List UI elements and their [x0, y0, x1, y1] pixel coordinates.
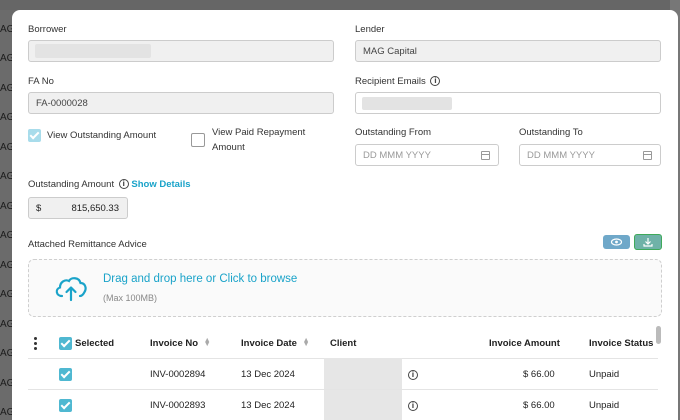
invoice-no: INV-0002894	[150, 369, 206, 380]
header-invoice-no-wrap[interactable]: Invoice No ▲ ▼	[150, 337, 211, 349]
cloud-upload-icon	[55, 277, 87, 302]
remittance-modal: Borrower Lender MAG Capital FA No FA-000…	[12, 10, 678, 420]
header-invoice-date-wrap[interactable]: Invoice Date ▲ ▼	[241, 337, 310, 349]
attached-remittance-label: Attached Remittance Advice	[28, 239, 147, 250]
info-icon[interactable]: i	[408, 370, 418, 380]
background-row-text: AG	[0, 378, 15, 389]
recipient-emails-label-wrap: Recipient Emails i	[355, 76, 441, 87]
background-row-text: AG	[0, 348, 15, 359]
recipient-emails-input[interactable]	[355, 92, 661, 114]
background-row-text: AG	[0, 201, 15, 212]
background-row-text: AG	[0, 289, 15, 300]
client-redacted	[324, 390, 402, 420]
outstanding-from-placeholder: DD MMM YYYY	[363, 150, 431, 161]
view-paid-label-line1: View Paid Repayment	[212, 127, 306, 138]
table-scrollbar[interactable]	[656, 326, 661, 344]
background-row-text: AG	[0, 142, 15, 153]
currency-symbol: $	[36, 203, 42, 214]
outstanding-from-label: Outstanding From	[355, 127, 432, 138]
invoice-amount: $ 66.00	[523, 369, 555, 380]
info-icon[interactable]: i	[430, 76, 441, 87]
client-redacted	[324, 358, 402, 390]
invoice-date: 13 Dec 2024	[241, 400, 295, 411]
outstanding-amount-label-wrap: Outstanding Amount i Show Details	[28, 179, 191, 190]
view-outstanding-checkbox[interactable]	[28, 129, 41, 142]
eye-icon	[610, 238, 623, 246]
outstanding-amount-value: 815,650.33	[71, 203, 119, 214]
header-invoice-amount: Invoice Amount	[489, 338, 560, 349]
outstanding-amount-label: Outstanding Amount	[28, 179, 115, 190]
outstanding-to-placeholder: DD MMM YYYY	[527, 150, 595, 161]
outstanding-from-datepicker[interactable]: DD MMM YYYY	[355, 144, 499, 166]
select-all-checkbox[interactable]	[59, 337, 72, 350]
borrower-label: Borrower	[28, 24, 67, 35]
invoice-status: Unpaid	[589, 369, 620, 380]
view-paid-checkbox[interactable]	[191, 133, 205, 147]
background-row-text: AG	[0, 24, 15, 35]
background-row-text: AG	[0, 171, 15, 182]
redacted-value	[362, 97, 452, 110]
background-row-text: AG	[0, 407, 15, 418]
header-invoice-date: Invoice Date	[241, 338, 297, 349]
show-details-link[interactable]: Show Details	[131, 179, 190, 190]
info-icon[interactable]: i	[408, 401, 418, 411]
background-row-text: AG	[0, 112, 15, 123]
invoice-date: 13 Dec 2024	[241, 369, 295, 380]
background-header	[0, 0, 680, 10]
invoice-no: INV-0002893	[150, 400, 206, 411]
background-row-text: AG	[0, 260, 15, 271]
invoice-amount: $ 66.00	[523, 400, 555, 411]
dropzone-subtitle: (Max 100MB)	[103, 293, 158, 303]
calendar-icon	[643, 151, 652, 160]
outstanding-amount-field: $ 815,650.33	[28, 197, 128, 219]
file-dropzone[interactable]: Drag and drop here or Click to browse (M…	[28, 259, 662, 317]
background-row-text: AG	[0, 230, 15, 241]
dropzone-title: Drag and drop here or Click to browse	[103, 273, 298, 285]
fa-no-field: FA-0000028	[28, 92, 334, 114]
sort-icon[interactable]: ▲ ▼	[204, 337, 211, 348]
view-outstanding-label: View Outstanding Amount	[47, 130, 157, 141]
header-selected: Selected	[75, 338, 115, 349]
background-row-text: AG	[0, 53, 15, 64]
header-invoice-no: Invoice No	[150, 338, 199, 349]
fa-no-label: FA No	[28, 76, 54, 87]
row-checkbox[interactable]	[59, 399, 72, 412]
outstanding-to-label: Outstanding To	[519, 127, 583, 138]
redacted-value	[35, 44, 151, 58]
view-attachment-button[interactable]	[603, 235, 630, 249]
download-icon	[643, 238, 653, 247]
background-row-text: AG	[0, 319, 15, 330]
lender-label: Lender	[355, 24, 385, 35]
download-attachment-button[interactable]	[634, 234, 662, 250]
table-options-icon[interactable]	[34, 337, 37, 352]
view-paid-label-line2: Amount	[212, 142, 245, 153]
info-icon[interactable]: i	[118, 179, 129, 190]
recipient-emails-label: Recipient Emails	[355, 76, 426, 87]
row-checkbox[interactable]	[59, 368, 72, 381]
header-invoice-status: Invoice Status	[589, 338, 654, 349]
background-row-text: AG	[0, 83, 15, 94]
calendar-icon	[481, 151, 490, 160]
lender-field: MAG Capital	[355, 40, 661, 62]
invoice-status: Unpaid	[589, 400, 620, 411]
outstanding-to-datepicker[interactable]: DD MMM YYYY	[519, 144, 661, 166]
sort-icon[interactable]: ▲ ▼	[303, 337, 310, 348]
borrower-field	[28, 40, 334, 62]
header-client: Client	[330, 338, 357, 349]
